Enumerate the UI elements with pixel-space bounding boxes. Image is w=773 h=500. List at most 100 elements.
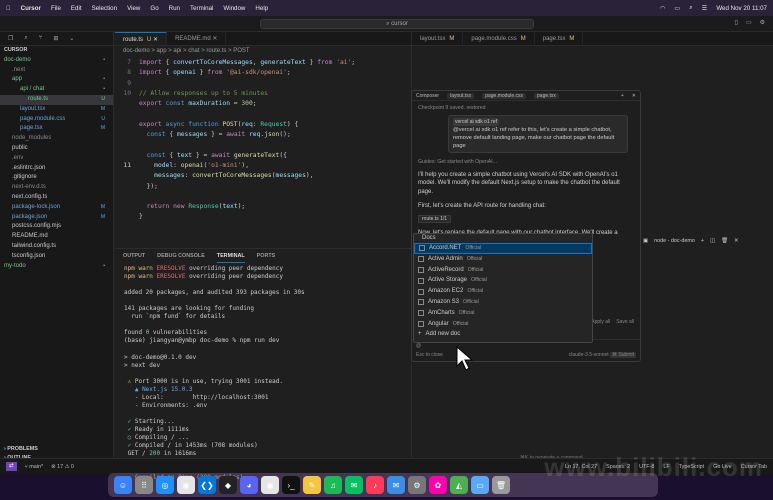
checkpoint-note[interactable]: Checkpoint 9 saved. restored [418,103,634,113]
music-icon[interactable]: ♪ [366,476,384,494]
menu-item[interactable]: Terminal [190,5,213,12]
composer-tab[interactable]: page.tsx [534,92,559,99]
settings-icon[interactable]: ⚙ [760,19,765,26]
command-center[interactable]: ⌕ cursor [260,19,534,29]
menu-item[interactable]: View [127,5,140,12]
close-icon[interactable]: ✕ [632,93,636,99]
close-icon[interactable]: ✕ [211,36,217,42]
tree-item[interactable]: package-lock.json M [0,203,113,213]
tree-item[interactable]: public [0,144,113,154]
menu-item[interactable]: Edit [71,5,82,12]
composer-title[interactable]: Composer [416,93,439,99]
menu-item[interactable]: File [51,5,61,12]
extensions-icon[interactable]: ⊞ [53,35,58,42]
tree-item[interactable]: .gitignore [0,173,113,183]
safari-icon[interactable]: ◎ [156,476,174,494]
tree-item[interactable]: next-env.d.ts [0,183,113,193]
launchpad-icon[interactable]: ⠿ [135,476,153,494]
panel-tab[interactable]: OUTPUT [123,249,145,263]
problems-indicator[interactable]: ⊗ 17 ⚠ 0 [51,464,74,470]
apple-icon[interactable]:  [6,5,11,12]
tree-item[interactable]: tsconfig.json [0,252,113,262]
editor-tab[interactable]: README.md ✕ [167,32,227,45]
search-icon[interactable]: ⌕ [24,35,27,42]
new-composer-icon[interactable]: + [621,93,624,99]
panel-tab[interactable]: PORTS [257,249,276,263]
folder-icon[interactable]: ▭ [471,476,489,494]
chrome-icon[interactable]: ◉ [177,476,195,494]
tree-item[interactable]: package.json M [0,213,113,223]
tree-item[interactable]: page.tsx M [0,124,113,134]
search-icon[interactable]: ⌕ [689,4,692,12]
tree-item[interactable]: postcss.config.mjs [0,222,113,232]
tree-item[interactable]: page.module.css U [0,115,113,125]
mail-icon[interactable]: ✉ [387,476,405,494]
finder-icon[interactable]: ☺ [114,476,132,494]
notes-icon[interactable]: ✎ [303,476,321,494]
split-terminal-icon[interactable]: ◫ [710,238,715,244]
chevron-down-icon[interactable]: ⌄ [69,35,74,42]
vscode-icon[interactable]: ❮❯ [198,476,216,494]
panel-tab[interactable]: DEBUG CONSOLE [157,249,205,263]
trash-icon[interactable]: 🗑 [721,238,728,244]
add-terminal-icon[interactable]: + [701,238,704,244]
remote-indicator[interactable]: ⇄ [6,462,17,471]
photos-icon[interactable]: ✿ [429,476,447,494]
editor-tab[interactable]: page.tsx M [535,32,584,45]
tree-item[interactable]: next.config.ts [0,193,113,203]
tree-item[interactable]: .env [0,154,113,164]
battery-icon[interactable]: ▭ [674,5,680,12]
file-chip[interactable]: route.ts 1/1 [418,214,452,223]
wechat-icon[interactable]: ✉ [345,476,363,494]
cursor-app-icon[interactable]: ◆ [219,476,237,494]
menu-item[interactable]: Selection [92,5,117,12]
apply-all-button[interactable]: Apply all [591,319,610,325]
user-message[interactable]: vercel ai sdk o1 ref @vercel ai sdk o1 r… [448,115,628,153]
menu-item[interactable]: Help [255,5,268,12]
toggle-panel-icon[interactable]: ▭ [746,19,752,26]
context-chip[interactable]: vercel ai sdk o1 ref [453,118,499,126]
app-name[interactable]: Cursor [21,5,41,12]
composer-tab[interactable]: page.module.css [482,92,527,99]
panel-tab[interactable]: TERMINAL [216,249,245,263]
close-icon[interactable]: ✕ [151,37,158,43]
save-all-button[interactable]: Save all [616,319,634,325]
doc-option[interactable]: AmCharts Official [414,308,592,319]
clock[interactable]: Wed Nov 20 11:07 [716,5,767,12]
tree-item[interactable]: .eslintrc.json [0,164,113,174]
tree-item[interactable]: route.ts U [0,94,113,105]
tree-item[interactable]: app • [0,75,113,85]
tree-item[interactable]: doc-demo • [0,56,113,66]
editor-tab[interactable]: route.ts U ✕ [115,32,168,45]
maps-icon[interactable]: ◭ [450,476,468,494]
files-icon[interactable]: ❐ [8,35,13,42]
doc-option[interactable]: Active Admin Official [414,254,592,265]
trash-icon[interactable]: 🗑 [492,476,510,494]
tree-item[interactable]: api / chat • [0,85,113,95]
tree-item[interactable]: tailwind.config.ts [0,242,113,252]
menu-item[interactable]: Window [223,5,245,12]
doc-option[interactable]: Amazon EC2 Official [414,286,592,297]
composer-tab[interactable]: layout.tsx [447,92,475,99]
doc-option[interactable]: Accord.NET Official [414,243,592,254]
source-control-icon[interactable]: ⑂ [39,35,43,42]
editor-tab[interactable]: page.module.css M [463,32,535,45]
discord-icon[interactable]: ◕ [240,476,258,494]
toggle-sidebar-icon[interactable]: ▯ [735,19,738,26]
doc-option[interactable]: Amazon S3 Official [414,297,592,308]
chrome-icon[interactable]: ◉ [261,476,279,494]
tree-item[interactable]: README.md [0,232,113,242]
wifi-icon[interactable]: ◠ [660,5,665,12]
add-new-doc-button[interactable]: + Add new doc [414,329,592,340]
branch-indicator[interactable]: ⑂ main* [25,464,44,470]
sidebar-section-problems[interactable]: › PROBLEMS [0,445,114,455]
tree-item[interactable]: node_modules [0,134,113,144]
editor-tab[interactable]: layout.tsx M [412,32,464,45]
tree-item[interactable]: .next [0,66,113,76]
close-icon[interactable]: ✕ [734,238,739,244]
spotify-icon[interactable]: ♫ [324,476,342,494]
menu-item[interactable]: Run [169,5,180,12]
model-select[interactable]: claude-3.5-sonnet [569,352,609,358]
code-area[interactable]: 7 import { convertToCoreMessages, generat… [115,58,411,223]
breadcrumb[interactable]: doc-demo > app > api > chat > route.ts >… [115,46,411,56]
